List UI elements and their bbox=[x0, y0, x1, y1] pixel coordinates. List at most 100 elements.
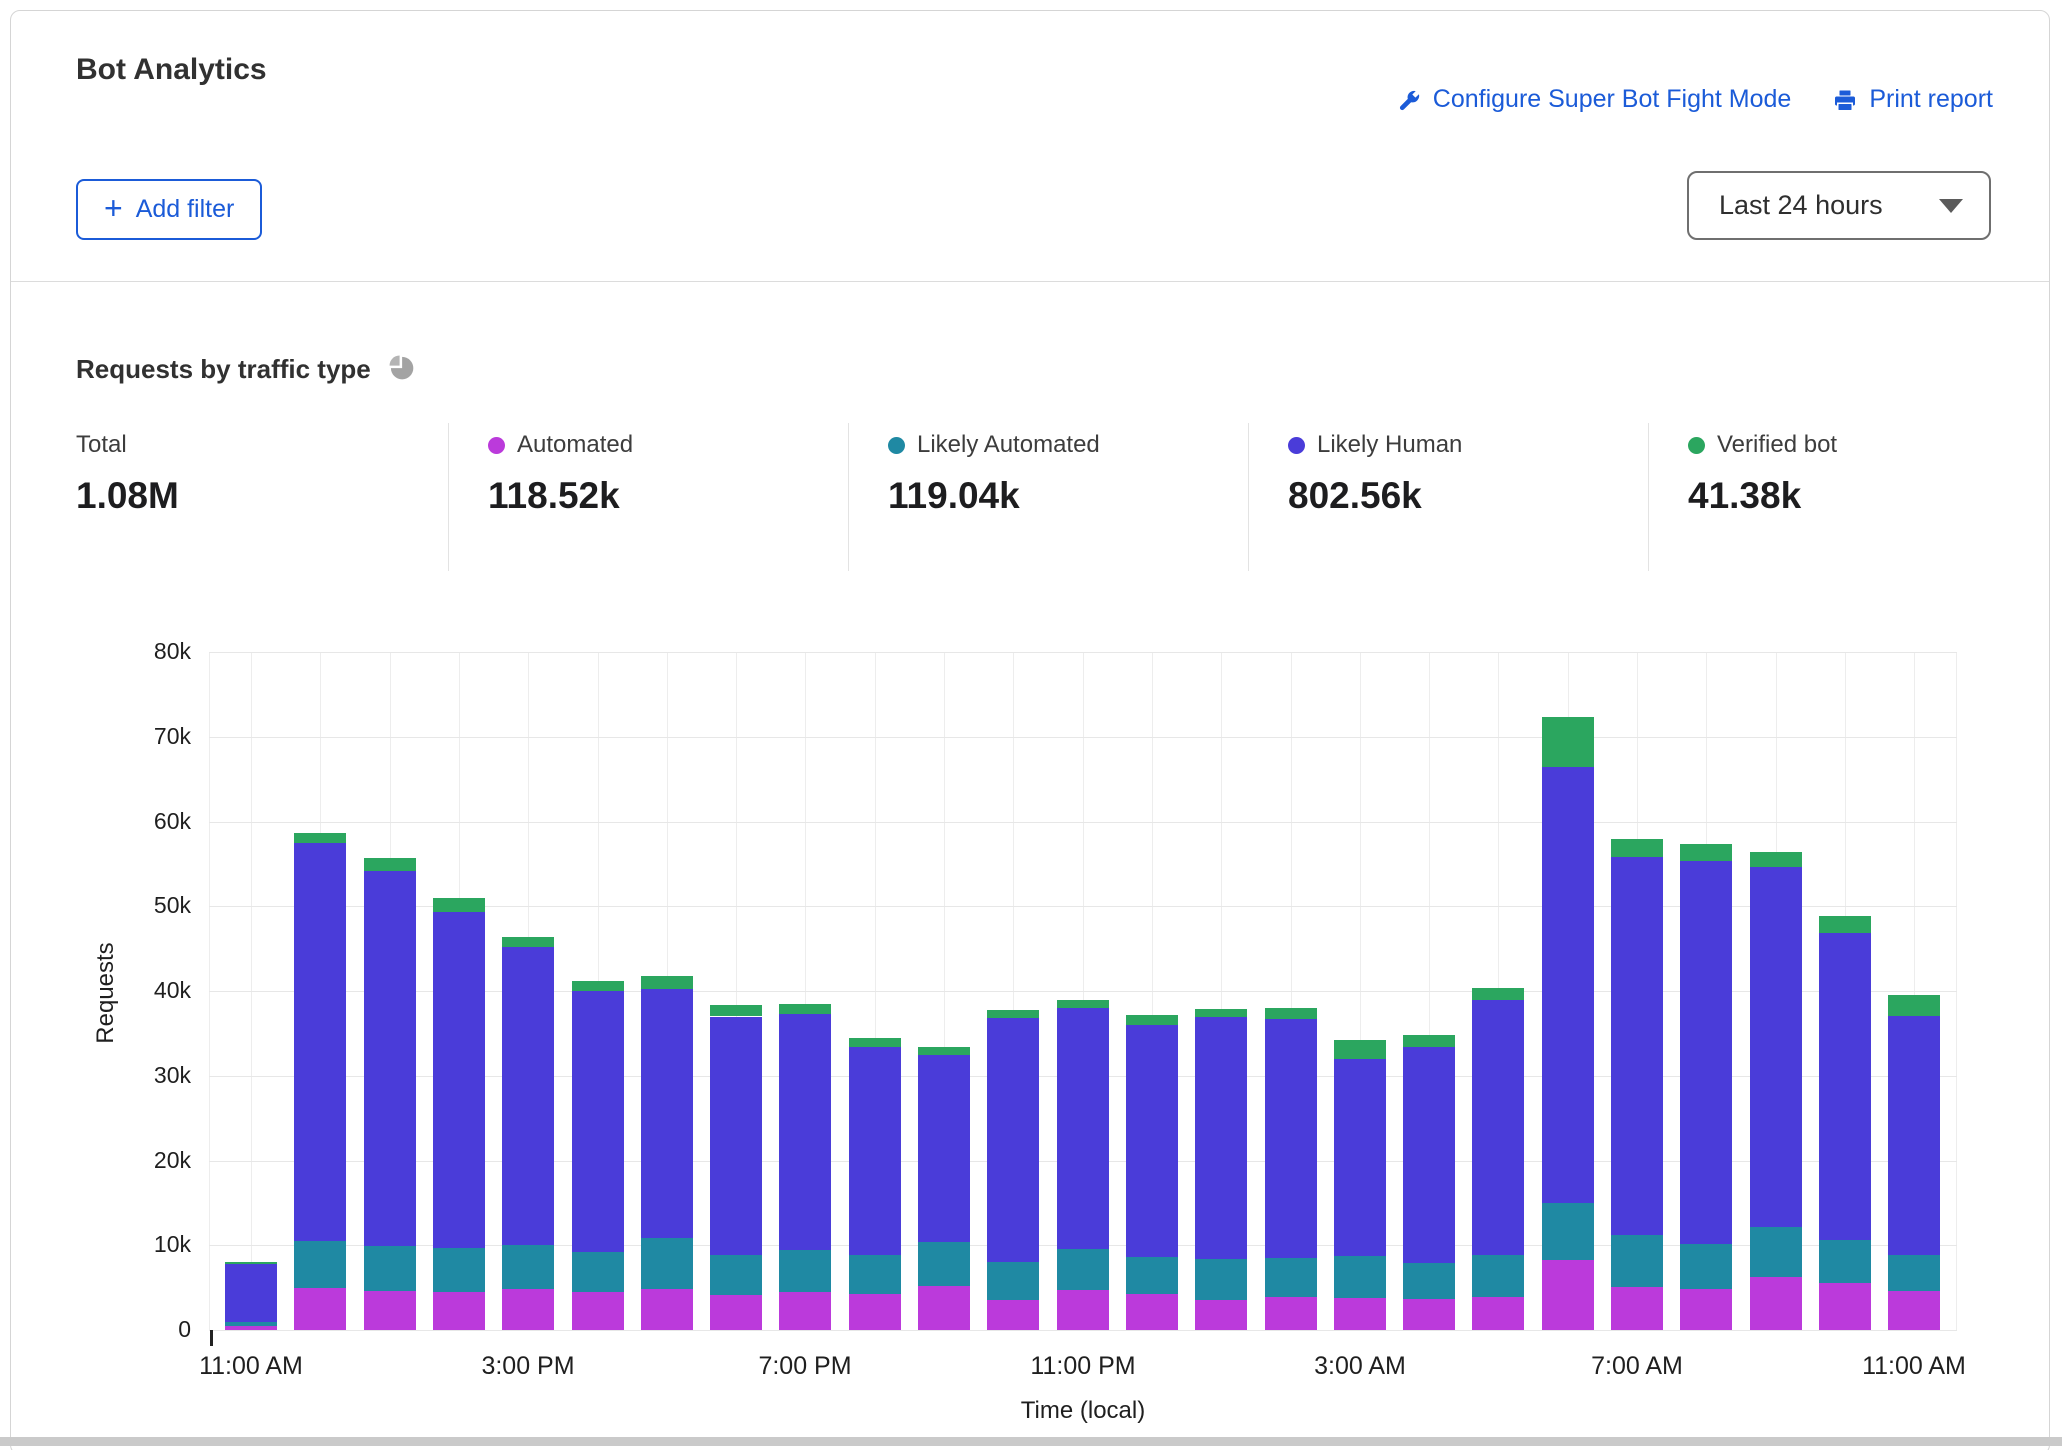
bar-segment-automated[interactable] bbox=[641, 1289, 693, 1331]
bar-segment-automated[interactable] bbox=[1888, 1291, 1940, 1330]
configure-super-bot-fight-mode-link[interactable]: Configure Super Bot Fight Mode bbox=[1397, 85, 1792, 114]
bar-segment-likely-human[interactable] bbox=[572, 991, 624, 1252]
bar-segment-automated[interactable] bbox=[918, 1286, 970, 1330]
bar-segment-likely-human[interactable] bbox=[918, 1055, 970, 1242]
bar-segment-verified-bot[interactable] bbox=[1265, 1008, 1317, 1019]
bar-segment-likely-human[interactable] bbox=[1403, 1047, 1455, 1263]
bar-segment-verified-bot[interactable] bbox=[294, 833, 346, 842]
bar-segment-automated[interactable] bbox=[1611, 1287, 1663, 1330]
bar-segment-verified-bot[interactable] bbox=[502, 937, 554, 947]
bar-segment-automated[interactable] bbox=[1195, 1300, 1247, 1331]
bar-segment-verified-bot[interactable] bbox=[779, 1004, 831, 1014]
bar-segment-likely-automated[interactable] bbox=[502, 1245, 554, 1289]
bar-segment-likely-automated[interactable] bbox=[1195, 1259, 1247, 1300]
bar-segment-automated[interactable] bbox=[1403, 1299, 1455, 1330]
bar-segment-verified-bot[interactable] bbox=[1611, 839, 1663, 857]
bar-segment-likely-human[interactable] bbox=[710, 1017, 762, 1255]
bar-segment-likely-human[interactable] bbox=[1542, 767, 1594, 1203]
bar-segment-verified-bot[interactable] bbox=[1542, 717, 1594, 768]
bar-segment-likely-human[interactable] bbox=[1195, 1017, 1247, 1259]
bar-segment-automated[interactable] bbox=[572, 1292, 624, 1330]
bar-segment-likely-human[interactable] bbox=[294, 843, 346, 1241]
bar-segment-verified-bot[interactable] bbox=[364, 858, 416, 871]
bar-segment-automated[interactable] bbox=[987, 1300, 1039, 1331]
bar-segment-likely-automated[interactable] bbox=[433, 1248, 485, 1292]
bar-segment-verified-bot[interactable] bbox=[1819, 916, 1871, 933]
bar-segment-likely-human[interactable] bbox=[1057, 1008, 1109, 1249]
bar-segment-likely-automated[interactable] bbox=[987, 1262, 1039, 1299]
bar-segment-likely-automated[interactable] bbox=[572, 1252, 624, 1292]
bar-segment-verified-bot[interactable] bbox=[1403, 1035, 1455, 1047]
bar-segment-likely-automated[interactable] bbox=[779, 1250, 831, 1292]
bar-segment-likely-automated[interactable] bbox=[849, 1255, 901, 1295]
bar-segment-likely-human[interactable] bbox=[1819, 933, 1871, 1241]
add-filter-button[interactable]: + Add filter bbox=[76, 179, 262, 240]
bar-segment-likely-human[interactable] bbox=[1750, 867, 1802, 1226]
bar-segment-verified-bot[interactable] bbox=[1334, 1040, 1386, 1059]
bar-segment-automated[interactable] bbox=[433, 1292, 485, 1330]
bar-segment-verified-bot[interactable] bbox=[1126, 1015, 1178, 1025]
bar-segment-likely-human[interactable] bbox=[502, 947, 554, 1245]
bar-segment-verified-bot[interactable] bbox=[1057, 1000, 1109, 1008]
bar-segment-automated[interactable] bbox=[294, 1288, 346, 1330]
bar-segment-likely-automated[interactable] bbox=[1126, 1257, 1178, 1294]
bar-segment-automated[interactable] bbox=[1057, 1290, 1109, 1330]
bar-segment-verified-bot[interactable] bbox=[1472, 988, 1524, 1000]
bar-segment-likely-human[interactable] bbox=[1611, 857, 1663, 1235]
bar-segment-likely-automated[interactable] bbox=[1680, 1244, 1732, 1288]
bar-segment-likely-human[interactable] bbox=[849, 1047, 901, 1255]
bar-segment-automated[interactable] bbox=[1542, 1260, 1594, 1330]
bar-segment-likely-human[interactable] bbox=[364, 871, 416, 1246]
bar-segment-likely-automated[interactable] bbox=[1403, 1263, 1455, 1299]
bar-segment-verified-bot[interactable] bbox=[1750, 852, 1802, 867]
bar-segment-automated[interactable] bbox=[1680, 1289, 1732, 1331]
bar-segment-automated[interactable] bbox=[1126, 1294, 1178, 1330]
bar-segment-likely-automated[interactable] bbox=[364, 1246, 416, 1291]
bar-segment-automated[interactable] bbox=[502, 1289, 554, 1330]
bar-segment-likely-human[interactable] bbox=[225, 1264, 277, 1322]
bar-segment-automated[interactable] bbox=[364, 1291, 416, 1330]
bar-segment-likely-automated[interactable] bbox=[1750, 1227, 1802, 1277]
bar-segment-likely-automated[interactable] bbox=[1888, 1255, 1940, 1291]
bar-segment-verified-bot[interactable] bbox=[433, 898, 485, 912]
bar-segment-likely-automated[interactable] bbox=[1265, 1258, 1317, 1297]
bar-segment-automated[interactable] bbox=[710, 1295, 762, 1330]
bar-segment-automated[interactable] bbox=[1472, 1297, 1524, 1330]
bar-segment-likely-automated[interactable] bbox=[1057, 1249, 1109, 1291]
bar-segment-verified-bot[interactable] bbox=[572, 981, 624, 991]
bar-segment-verified-bot[interactable] bbox=[918, 1047, 970, 1055]
bar-segment-likely-automated[interactable] bbox=[1611, 1235, 1663, 1287]
bar-segment-automated[interactable] bbox=[1265, 1297, 1317, 1330]
bar-segment-verified-bot[interactable] bbox=[1195, 1009, 1247, 1018]
bar-segment-automated[interactable] bbox=[225, 1326, 277, 1330]
bar-segment-automated[interactable] bbox=[779, 1292, 831, 1330]
bar-segment-verified-bot[interactable] bbox=[849, 1038, 901, 1047]
bar-segment-likely-human[interactable] bbox=[1472, 1000, 1524, 1255]
bar-segment-likely-human[interactable] bbox=[641, 988, 693, 1237]
bar-segment-likely-automated[interactable] bbox=[225, 1322, 277, 1326]
bar-segment-likely-human[interactable] bbox=[1888, 1016, 1940, 1255]
bar-segment-likely-automated[interactable] bbox=[918, 1242, 970, 1286]
bar-segment-likely-human[interactable] bbox=[1334, 1059, 1386, 1257]
bar-segment-likely-automated[interactable] bbox=[1334, 1256, 1386, 1298]
print-report-link[interactable]: Print report bbox=[1833, 85, 1993, 114]
bar-segment-likely-human[interactable] bbox=[987, 1018, 1039, 1262]
bar-segment-verified-bot[interactable] bbox=[710, 1005, 762, 1016]
bar-segment-likely-human[interactable] bbox=[779, 1014, 831, 1251]
bar-segment-likely-automated[interactable] bbox=[1472, 1255, 1524, 1297]
bar-segment-likely-automated[interactable] bbox=[1819, 1240, 1871, 1282]
bar-segment-likely-automated[interactable] bbox=[1542, 1203, 1594, 1260]
bar-segment-likely-human[interactable] bbox=[1680, 861, 1732, 1244]
bar-segment-verified-bot[interactable] bbox=[987, 1010, 1039, 1019]
bar-segment-verified-bot[interactable] bbox=[1680, 844, 1732, 862]
bar-segment-verified-bot[interactable] bbox=[641, 976, 693, 989]
time-range-dropdown[interactable]: Last 24 hours bbox=[1687, 171, 1991, 240]
bar-segment-automated[interactable] bbox=[1334, 1298, 1386, 1330]
bar-segment-likely-human[interactable] bbox=[433, 912, 485, 1248]
bar-segment-automated[interactable] bbox=[1819, 1283, 1871, 1331]
bar-segment-automated[interactable] bbox=[849, 1294, 901, 1330]
bar-segment-likely-automated[interactable] bbox=[294, 1241, 346, 1288]
bar-segment-verified-bot[interactable] bbox=[225, 1262, 277, 1264]
bar-segment-likely-automated[interactable] bbox=[710, 1255, 762, 1296]
bar-segment-automated[interactable] bbox=[1750, 1277, 1802, 1330]
